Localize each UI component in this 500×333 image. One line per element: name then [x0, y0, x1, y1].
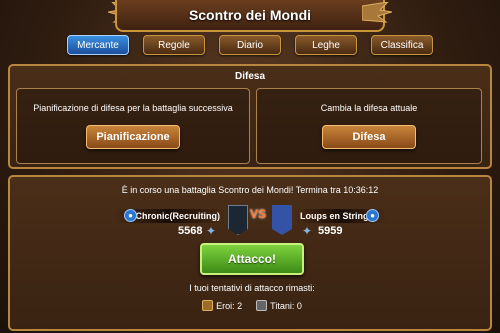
tab-regole[interactable]: Regole: [143, 35, 205, 55]
left-guild-banner: [228, 205, 248, 235]
tab-bar: Mercante Regole Diario Leghe Classifica: [0, 35, 500, 57]
right-user-icon[interactable]: ●: [366, 209, 379, 222]
tab-leghe[interactable]: Leghe: [295, 35, 357, 55]
right-guild-banner: [272, 205, 292, 235]
page-title: Scontro dei Mondi: [115, 0, 385, 32]
titans-count: Titani: 0: [270, 300, 302, 311]
vs-label: VS: [250, 207, 267, 221]
heroes-count: Eroi: 2: [216, 300, 243, 311]
versus-row: Chronic(Recruiting) ● VS Loups en String…: [10, 205, 494, 239]
tab-diario[interactable]: Diario: [219, 35, 281, 55]
planning-section: Pianificazione di difesa per la battagli…: [16, 88, 250, 164]
change-defense-section: Cambia la difesa attuale Difesa: [256, 88, 482, 164]
heroes-attempts: Eroi: 2: [202, 300, 242, 311]
right-score: 5959: [318, 225, 343, 237]
planning-label: Pianificazione di difesa per la battagli…: [33, 103, 233, 113]
defense-panel: Difesa Pianificazione di difesa per la b…: [8, 64, 492, 169]
right-score-wing-icon: ✦: [302, 224, 313, 238]
attempts-row: Eroi: 2 Titani: 0: [10, 300, 494, 311]
change-defense-label: Cambia la difesa attuale: [320, 103, 418, 113]
battle-panel: È in corso una battaglia Scontro dei Mon…: [8, 175, 492, 331]
left-user-icon[interactable]: ●: [124, 209, 137, 222]
tab-mercante[interactable]: Mercante: [67, 35, 129, 55]
defense-button[interactable]: Difesa: [322, 125, 416, 149]
tab-classifica[interactable]: Classifica: [371, 35, 433, 55]
right-wing-ornament: [362, 2, 392, 23]
heroes-icon: [202, 300, 214, 311]
titans-attempts: Titani: 0: [256, 300, 302, 311]
titans-icon: [256, 300, 268, 311]
planning-button[interactable]: Pianificazione: [86, 125, 180, 149]
attack-button[interactable]: Attacco!: [200, 243, 304, 275]
battle-info: È in corso una battaglia Scontro dei Mon…: [121, 185, 379, 195]
left-score-wing-icon: ✦: [206, 224, 217, 238]
left-score: 5568: [178, 225, 203, 237]
defense-title: Difesa: [234, 71, 265, 82]
attempts-title: I tuoi tentativi di attacco rimasti:: [189, 283, 315, 293]
